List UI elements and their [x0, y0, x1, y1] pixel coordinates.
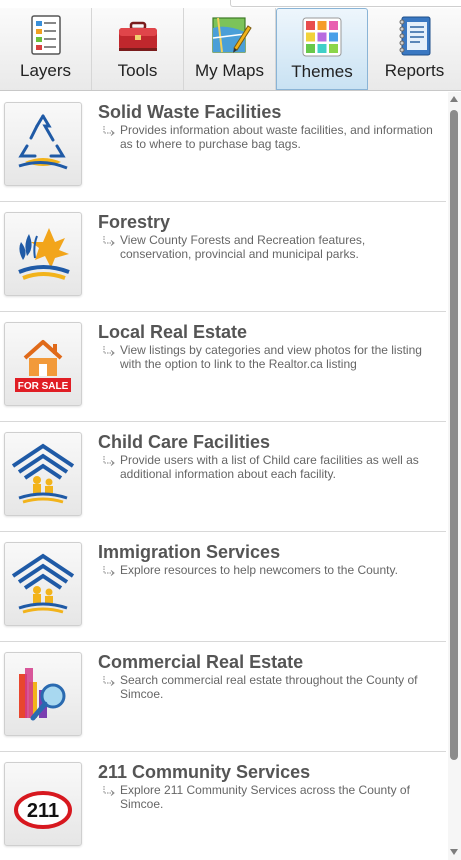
theme-thumbnail — [4, 652, 82, 736]
sub-arrow-icon — [103, 676, 115, 686]
list-item[interactable]: Child Care Facilities Provide users with… — [0, 422, 446, 532]
list-item[interactable]: FOR SALE Local Real Estate View listings… — [0, 312, 446, 422]
sub-arrow-icon — [103, 786, 115, 796]
layers-icon — [30, 15, 61, 55]
item-title: Commercial Real Estate — [98, 652, 304, 672]
item-title: Child Care Facilities — [98, 432, 271, 452]
theme-thumbnail: 211 — [4, 762, 82, 846]
sub-arrow-icon — [103, 456, 115, 466]
recycle-icon — [18, 114, 68, 170]
toolbox-icon — [118, 21, 157, 51]
immigration-icon — [11, 553, 75, 614]
item-description: Search commercial real estate throughout… — [120, 673, 418, 701]
theme-thumbnail — [4, 542, 82, 626]
theme-thumbnail — [4, 102, 82, 186]
item-description: View listings by categories and view pho… — [120, 343, 422, 371]
sub-arrow-icon — [103, 566, 115, 576]
tab-my-maps[interactable]: My Maps — [184, 8, 276, 90]
child-care-icon — [11, 443, 75, 504]
list-item[interactable]: Immigration Services Explore resources t… — [0, 532, 446, 642]
tab-label: Layers — [19, 61, 72, 80]
item-title: Immigration Services — [98, 542, 281, 562]
item-description: Explore 211 Community Services across th… — [120, 783, 410, 811]
search-field-edge[interactable] — [230, 0, 461, 7]
list-item[interactable]: Solid Waste Facilities Provides informat… — [0, 92, 446, 202]
scrollbar-thumb[interactable] — [450, 110, 458, 760]
tab-label: Themes — [291, 62, 353, 81]
item-description: Explore resources to help newcomers to t… — [120, 563, 398, 577]
sub-arrow-icon — [103, 126, 115, 136]
bar-chart-magnifier-icon — [19, 668, 66, 721]
leaves-icon — [18, 228, 70, 280]
item-description: Provide users with a list of Child care … — [120, 453, 419, 481]
item-title: Forestry — [98, 212, 171, 232]
house-for-sale-icon: FOR SALE — [15, 340, 71, 392]
top-strip — [0, 0, 461, 8]
list-item[interactable]: 211 211 Community Services Explore 211 C… — [0, 752, 446, 860]
item-title: Local Real Estate — [98, 322, 248, 342]
badge-211: 211 — [27, 800, 59, 822]
item-description: View County Forests and Recreation featu… — [120, 233, 366, 261]
scroll-up-icon[interactable] — [450, 96, 458, 102]
list-item[interactable]: Commercial Real Estate Search commercial… — [0, 642, 446, 752]
tab-bar: Layers Tools My Maps Themes Reports — [0, 8, 461, 91]
theme-thumbnail — [4, 432, 82, 516]
sub-arrow-icon — [103, 346, 115, 356]
tab-tools[interactable]: Tools — [92, 8, 184, 90]
tab-themes[interactable]: Themes — [276, 8, 368, 90]
tab-layers[interactable]: Layers — [0, 8, 92, 90]
theme-thumbnail: FOR SALE — [4, 322, 82, 406]
map-pencil-icon — [211, 17, 252, 53]
oval-211-icon: 211 — [14, 791, 72, 829]
color-grid-icon — [302, 17, 342, 57]
sub-arrow-icon — [103, 236, 115, 246]
tab-reports[interactable]: Reports — [368, 8, 461, 90]
theme-thumbnail — [4, 212, 82, 296]
for-sale-badge: FOR SALE — [18, 381, 69, 392]
themes-list: Solid Waste Facilities Provides informat… — [0, 92, 446, 860]
list-item[interactable]: Forestry View County Forests and Recreat… — [0, 202, 446, 312]
scroll-down-icon[interactable] — [450, 849, 458, 855]
tab-label: My Maps — [195, 61, 264, 80]
item-title: 211 Community Services — [98, 762, 311, 782]
tab-label: Tools — [117, 61, 158, 80]
tab-label: Reports — [384, 61, 445, 80]
item-description: Provides information about waste facilit… — [120, 123, 433, 151]
item-title: Solid Waste Facilities — [98, 102, 282, 122]
notebook-icon — [399, 16, 430, 56]
